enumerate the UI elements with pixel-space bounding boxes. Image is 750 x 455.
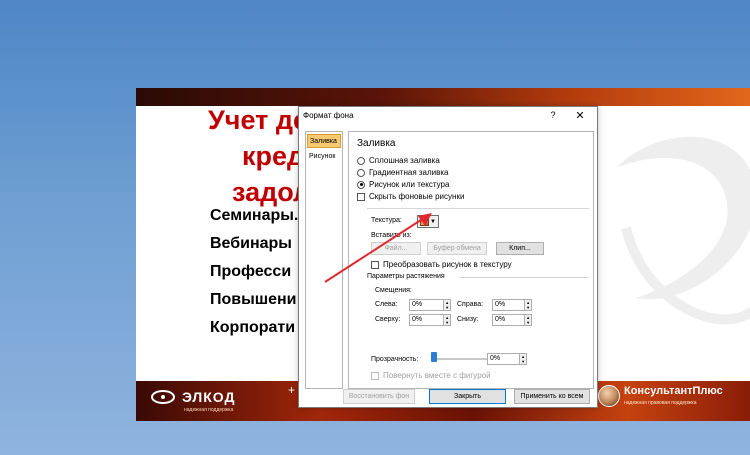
elkod-tagline: надежная поддержка <box>184 407 234 413</box>
spinner-arrows-icon[interactable]: ▲ ▼ <box>524 300 531 310</box>
stretch-params-label: Параметры растяжения <box>367 273 445 280</box>
divider <box>367 208 589 209</box>
option-tile-texture-label: Преобразовать рисунок в текстуру <box>383 260 512 269</box>
apply-to-all-button[interactable]: Применить ко всем <box>514 389 590 404</box>
restore-background-button[interactable]: Восстановить фон <box>343 389 415 404</box>
insert-from-label: Вставить из: <box>371 232 412 239</box>
consultant-plus-tagline: надежная правовая поддержка <box>624 400 697 406</box>
radio-solid-fill[interactable] <box>357 156 365 165</box>
consultant-plus-text: КонсультантПлюс <box>624 385 723 397</box>
dialog-titlebar[interactable]: Формат фона ? ✕ <box>299 107 597 125</box>
option-rotate-with-shape[interactable]: Повернуть вместе с фигурой <box>371 371 491 380</box>
top-offset-value[interactable]: 0% <box>410 315 443 325</box>
option-gradient-fill-label: Градиентная заливка <box>369 168 449 177</box>
top-offset-spinner[interactable]: 0% ▲ ▼ <box>409 314 451 326</box>
texture-label: Текстура: <box>371 217 402 224</box>
plus-mark: + <box>288 383 296 397</box>
fill-panel: Заливка Сплошная заливка Градиентная зал… <box>348 131 594 389</box>
radio-picture-texture[interactable] <box>357 180 365 189</box>
category-nav: Заливка Рисунок <box>305 131 343 389</box>
bottom-offset-value[interactable]: 0% <box>493 315 524 325</box>
offsets-label: Смещения: <box>375 287 412 294</box>
option-picture-texture[interactable]: Рисунок или текстура <box>357 180 449 189</box>
spinner-arrows-icon[interactable]: ▲ ▼ <box>443 300 450 310</box>
texture-picker-button[interactable]: ▼ <box>417 215 439 228</box>
option-hide-background-label: Скрыть фоновые рисунки <box>369 192 465 201</box>
bottom-offset-spinner[interactable]: 0% ▲ ▼ <box>492 314 532 326</box>
texture-swatch-icon <box>420 217 429 226</box>
right-offset-value[interactable]: 0% <box>493 300 524 310</box>
transparency-spinner[interactable]: 0% ▲ ▼ <box>487 353 527 365</box>
section-title-fill: Заливка <box>357 138 396 149</box>
checkbox-rotate-with-shape[interactable] <box>371 371 379 380</box>
dialog-title: Формат фона <box>303 111 354 120</box>
consultant-avatar-icon <box>598 385 620 407</box>
left-offset-spinner[interactable]: 0% ▲ ▼ <box>409 299 451 311</box>
nav-item-fill[interactable]: Заливка <box>307 134 341 148</box>
spinner-arrows-icon[interactable]: ▲ ▼ <box>519 354 526 364</box>
option-hide-background[interactable]: Скрыть фоновые рисунки <box>357 192 464 201</box>
clipboard-button[interactable]: Буфер обмена <box>427 242 487 255</box>
checkbox-tile-texture[interactable] <box>371 260 379 269</box>
chevron-down-icon: ▼ <box>430 218 436 225</box>
option-solid-fill[interactable]: Сплошная заливка <box>357 156 440 165</box>
close-icon[interactable]: ✕ <box>574 109 586 122</box>
close-button[interactable]: Закрыть <box>429 389 506 404</box>
elkod-logo-text: ЭЛКОД <box>182 389 236 405</box>
option-picture-texture-label: Рисунок или текстура <box>369 180 450 189</box>
elkod-swirl-icon <box>151 390 175 404</box>
option-rotate-with-shape-label: Повернуть вместе с фигурой <box>383 371 491 380</box>
elkod-logo: ЭЛКОД надежная поддержка <box>150 387 236 413</box>
spinner-arrows-icon[interactable]: ▲ ▼ <box>443 315 450 325</box>
spinner-arrows-icon[interactable]: ▲ ▼ <box>524 315 531 325</box>
file-button[interactable]: Файл... <box>371 242 421 255</box>
option-tile-texture[interactable]: Преобразовать рисунок в текстуру <box>371 260 512 269</box>
nav-item-picture[interactable]: Рисунок <box>307 150 341 164</box>
top-offset-label: Сверху: <box>375 316 401 323</box>
radio-gradient-fill[interactable] <box>357 168 365 177</box>
bottom-offset-label: Снизу: <box>457 316 479 323</box>
checkbox-hide-background[interactable] <box>357 192 365 201</box>
right-offset-label: Справа: <box>457 301 484 308</box>
right-offset-spinner[interactable]: 0% ▲ ▼ <box>492 299 532 311</box>
option-solid-fill-label: Сплошная заливка <box>369 156 440 165</box>
transparency-value[interactable]: 0% <box>488 354 519 364</box>
left-offset-value[interactable]: 0% <box>410 300 443 310</box>
transparency-label: Прозрачность: <box>371 356 419 363</box>
left-offset-label: Слева: <box>375 301 398 308</box>
clip-button[interactable]: Клип... <box>496 242 544 255</box>
consultant-plus-logo: КонсультантПлюс надежная правовая поддер… <box>598 385 723 409</box>
format-background-dialog: Формат фона ? ✕ Заливка Рисунок Заливка … <box>298 106 598 408</box>
help-button[interactable]: ? <box>548 110 558 120</box>
option-gradient-fill[interactable]: Градиентная заливка <box>357 168 449 177</box>
transparency-slider-thumb[interactable] <box>431 352 437 362</box>
divider <box>459 277 589 278</box>
